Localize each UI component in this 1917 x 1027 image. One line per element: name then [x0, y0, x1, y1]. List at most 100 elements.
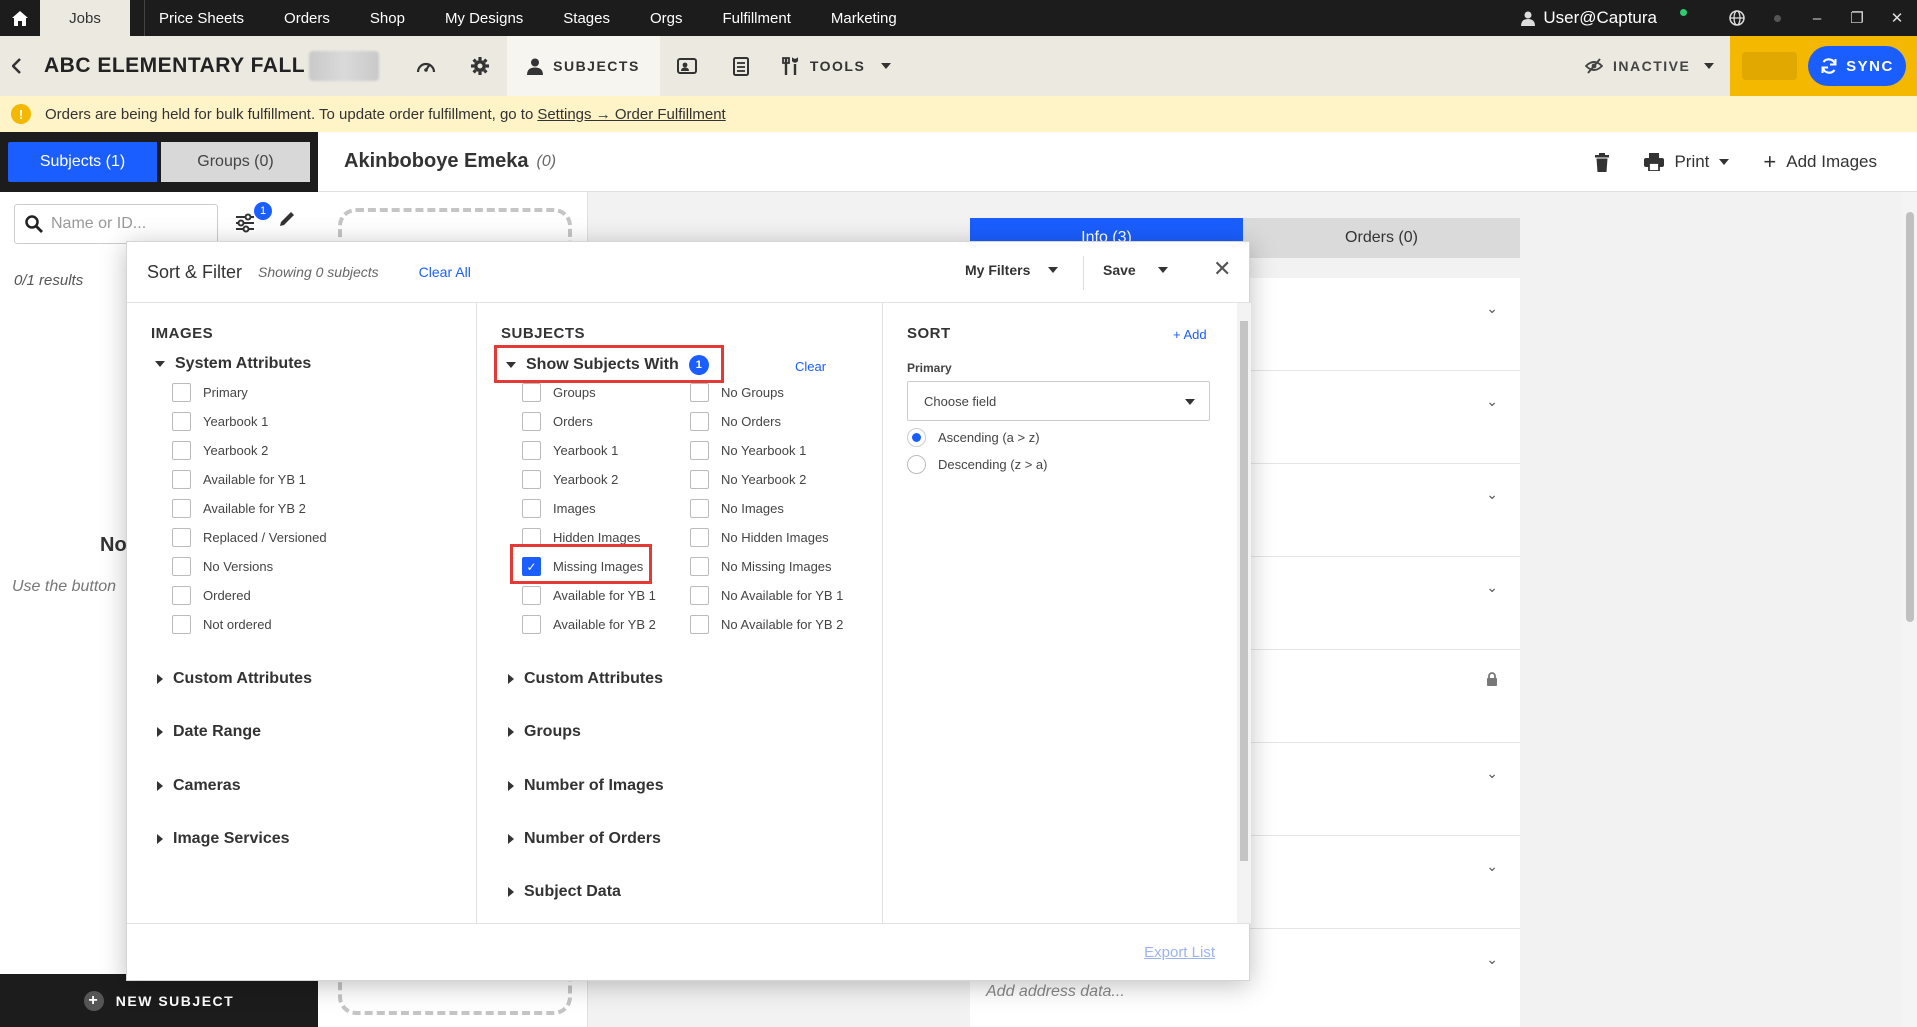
- tab-orders-detail[interactable]: Orders (0): [1243, 218, 1520, 258]
- status-dropdown[interactable]: INACTIVE: [1585, 36, 1715, 96]
- checkbox-no-yearbook-2[interactable]: No Yearbook 2: [690, 470, 806, 489]
- checkbox-no-yearbook-1[interactable]: No Yearbook 1: [690, 441, 806, 460]
- radio-ascending[interactable]: Ascending (a > z): [907, 428, 1040, 447]
- cameras-toggle[interactable]: Cameras: [157, 777, 241, 795]
- checkbox-not-ordered[interactable]: Not ordered: [172, 615, 272, 634]
- tab-my-designs[interactable]: My Designs: [425, 0, 543, 36]
- checkbox-no-missing-images[interactable]: No Missing Images: [690, 557, 832, 576]
- checkbox-box[interactable]: [522, 412, 541, 431]
- tab-orgs[interactable]: Orgs: [630, 0, 703, 36]
- globe-icon[interactable]: [1717, 0, 1757, 36]
- print-button[interactable]: Print: [1644, 152, 1730, 172]
- checkbox-box[interactable]: [172, 441, 191, 460]
- groups-toggle[interactable]: Groups: [508, 723, 581, 741]
- checkbox-no-available-yb2[interactable]: No Available for YB 2: [690, 615, 843, 634]
- tab-subjects[interactable]: SUBJECTS: [507, 36, 660, 96]
- scroll-thumb[interactable]: [1240, 321, 1248, 861]
- gear-icon[interactable]: [453, 36, 507, 96]
- checkbox-box[interactable]: [522, 586, 541, 605]
- list-sheet-icon[interactable]: [714, 36, 768, 96]
- modal-scrollbar[interactable]: [1237, 303, 1251, 923]
- checkbox-box[interactable]: [522, 441, 541, 460]
- system-attributes-toggle[interactable]: System Attributes: [155, 355, 311, 373]
- page-scrollbar[interactable]: [1902, 192, 1917, 1027]
- minimize-icon[interactable]: –: [1797, 0, 1837, 36]
- subject-data-toggle[interactable]: Subject Data: [508, 883, 621, 901]
- tab-fulfillment[interactable]: Fulfillment: [703, 0, 811, 36]
- radio-unselected[interactable]: [907, 455, 926, 474]
- close-window-icon[interactable]: ✕: [1877, 0, 1917, 36]
- checkbox-box[interactable]: [522, 499, 541, 518]
- checkbox-box-checked[interactable]: ✓: [522, 557, 541, 576]
- tab-subjects-list[interactable]: Subjects (1): [8, 142, 157, 182]
- tools-menu[interactable]: TOOLS: [768, 56, 905, 76]
- checkbox-yearbook-1[interactable]: Yearbook 1: [522, 441, 618, 460]
- checkbox-box[interactable]: [172, 383, 191, 402]
- radio-descending[interactable]: Descending (z > a): [907, 455, 1047, 474]
- search-input[interactable]: Name or ID...: [14, 204, 218, 244]
- checkbox-missing-images[interactable]: ✓ Missing Images: [522, 557, 643, 576]
- checkbox-yearbook-2[interactable]: Yearbook 2: [522, 470, 618, 489]
- checkbox-yearbook-2[interactable]: Yearbook 2: [172, 441, 268, 460]
- user-menu[interactable]: User@Captura: [1521, 8, 1657, 28]
- dashboard-icon[interactable]: [399, 36, 453, 96]
- radio-selected[interactable]: [907, 428, 926, 447]
- sync-button[interactable]: SYNC: [1808, 46, 1906, 86]
- number-of-images-toggle[interactable]: Number of Images: [508, 777, 664, 795]
- checkbox-box[interactable]: [690, 441, 709, 460]
- checkbox-groups[interactable]: Groups: [522, 383, 596, 402]
- tab-groups-list[interactable]: Groups (0): [161, 142, 310, 182]
- save-dropdown[interactable]: Save: [1103, 262, 1168, 278]
- checkbox-box[interactable]: [522, 470, 541, 489]
- restore-icon[interactable]: ❐: [1837, 0, 1877, 36]
- checkbox-primary[interactable]: Primary: [172, 383, 248, 402]
- export-list-link[interactable]: Export List: [1144, 944, 1215, 961]
- checkbox-box[interactable]: [172, 557, 191, 576]
- checkbox-orders[interactable]: Orders: [522, 412, 593, 431]
- checkbox-box[interactable]: [172, 470, 191, 489]
- checkbox-box[interactable]: [690, 383, 709, 402]
- tab-orders[interactable]: Orders: [264, 0, 350, 36]
- checkbox-replaced[interactable]: Replaced / Versioned: [172, 528, 327, 547]
- checkbox-box[interactable]: [690, 528, 709, 547]
- home-icon[interactable]: [0, 0, 40, 36]
- checkbox-box[interactable]: [172, 499, 191, 518]
- checkbox-box[interactable]: [690, 412, 709, 431]
- sort-field-select[interactable]: Choose field: [907, 381, 1210, 421]
- custom-attributes-toggle[interactable]: Custom Attributes: [157, 670, 312, 688]
- date-range-toggle[interactable]: Date Range: [157, 723, 261, 741]
- show-subjects-with-toggle[interactable]: Show Subjects With 1: [506, 355, 709, 375]
- settings-link[interactable]: Settings → Order Fulfillment: [537, 106, 725, 123]
- clear-all-button[interactable]: Clear All: [419, 264, 471, 280]
- checkbox-box[interactable]: [690, 615, 709, 634]
- checkbox-box[interactable]: [172, 412, 191, 431]
- id-card-icon[interactable]: [660, 36, 714, 96]
- number-of-orders-toggle[interactable]: Number of Orders: [508, 830, 661, 848]
- checkbox-box[interactable]: [522, 383, 541, 402]
- clear-section-button[interactable]: Clear: [795, 359, 826, 374]
- checkbox-box[interactable]: [522, 615, 541, 634]
- add-sort-button[interactable]: + Add: [1173, 327, 1207, 342]
- tab-stages[interactable]: Stages: [543, 0, 630, 36]
- address-placeholder[interactable]: Add address data...: [986, 983, 1125, 1001]
- checkbox-available-yb2[interactable]: Available for YB 2: [172, 499, 306, 518]
- checkbox-available-yb1[interactable]: Available for YB 1: [172, 470, 306, 489]
- checkbox-no-hidden-images[interactable]: No Hidden Images: [690, 528, 829, 547]
- image-services-toggle[interactable]: Image Services: [157, 830, 290, 848]
- checkbox-yearbook-1[interactable]: Yearbook 1: [172, 412, 268, 431]
- custom-attributes-toggle[interactable]: Custom Attributes: [508, 670, 663, 688]
- checkbox-no-groups[interactable]: No Groups: [690, 383, 784, 402]
- checkbox-box[interactable]: [172, 586, 191, 605]
- checkbox-box[interactable]: [172, 615, 191, 634]
- checkbox-box[interactable]: [690, 499, 709, 518]
- trash-icon[interactable]: [1594, 152, 1610, 172]
- checkbox-no-images[interactable]: No Images: [690, 499, 784, 518]
- tab-marketing[interactable]: Marketing: [811, 0, 917, 36]
- checkbox-ordered[interactable]: Ordered: [172, 586, 251, 605]
- tab-shop[interactable]: Shop: [350, 0, 425, 36]
- checkbox-box[interactable]: [172, 528, 191, 547]
- my-filters-dropdown[interactable]: My Filters: [965, 262, 1059, 278]
- pencil-icon[interactable]: [278, 210, 296, 231]
- checkbox-box[interactable]: [690, 470, 709, 489]
- scroll-thumb[interactable]: [1906, 212, 1914, 622]
